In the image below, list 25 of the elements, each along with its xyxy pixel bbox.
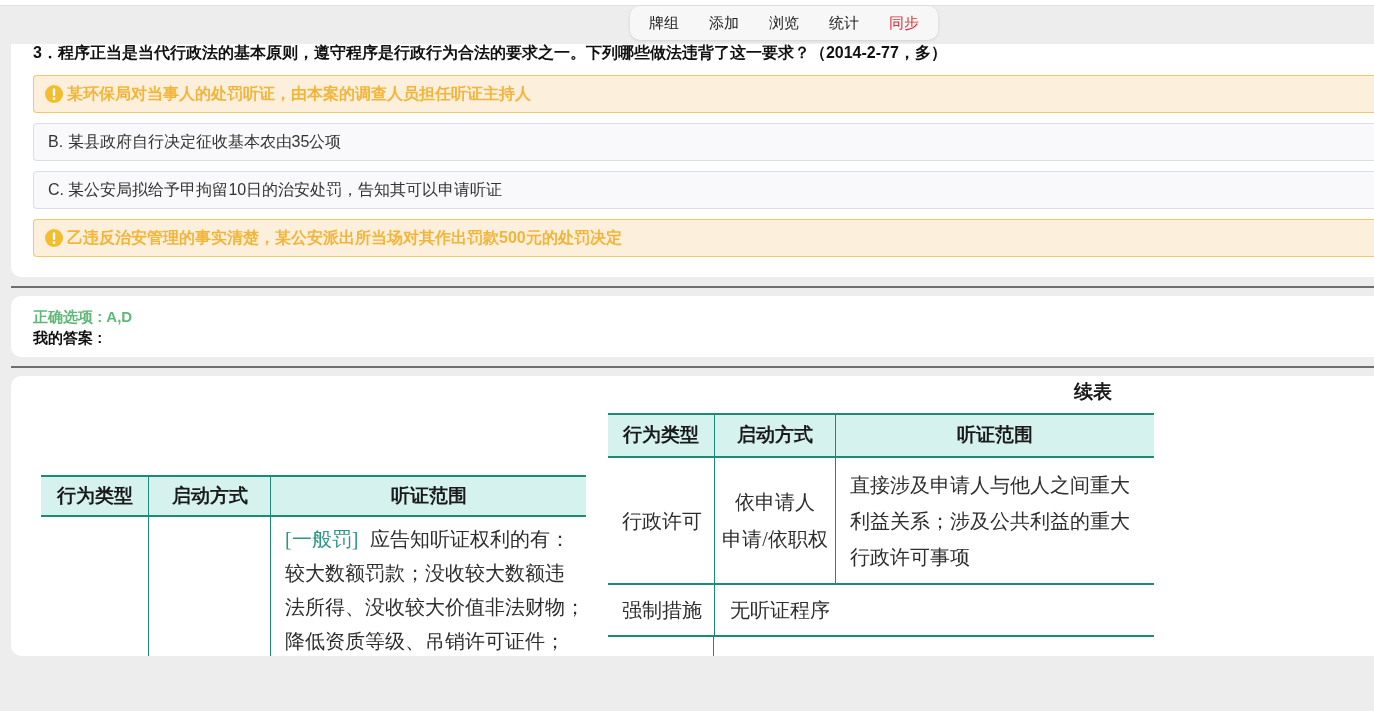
- question-text: 3．程序正当是当代行政法的基本原则，遵守程序是行政行为合法的要求之一。下列哪些做法违背了这一要求？（2014-2-77，多）: [33, 44, 948, 61]
- cell-text: 依申请人 申请/依职权: [722, 489, 828, 552]
- correct-answer-text: 正确选项 : A,D: [33, 307, 133, 327]
- column-header: 启动方式: [714, 415, 835, 456]
- answer-option[interactable]: B. 某县政府自行决定征收基本农由35公项: [33, 123, 1374, 161]
- answer-option[interactable]: C. 某公安局拟给予甲拘留10日的治安处罚，告知其可以申请听证: [33, 171, 1374, 209]
- column-header: 行为类型: [41, 477, 148, 515]
- column-header: 启动方式: [148, 477, 270, 515]
- cell-text: [一般罚] 应告知听证权利的有： 较大数额罚款；没收较大数额违 法所得、没收较大价值非法财物； 降低资质等级、吊销许可证件；: [285, 527, 585, 654]
- my-answer-label: 我的答案 :: [33, 328, 103, 348]
- toolbar-button[interactable]: 统计: [829, 11, 859, 35]
- toolbar-button[interactable]: 同步: [889, 11, 919, 35]
- column-header: 行为类型: [608, 415, 714, 456]
- exclamation-circle-icon: [45, 85, 63, 103]
- column-header: 听证范围: [270, 477, 586, 515]
- toolbar-button[interactable]: 添加: [709, 11, 739, 35]
- column-header: 听证范围: [835, 415, 1154, 456]
- table-caption: 续表: [1074, 380, 1112, 404]
- cell-text: 行政许可: [622, 508, 702, 534]
- exclamation-circle-icon: [45, 229, 63, 247]
- toolbar-button[interactable]: 牌组: [649, 11, 679, 35]
- toolbar-button[interactable]: 浏览: [769, 11, 799, 35]
- cell-text: 强制措施: [622, 598, 702, 623]
- cell-text: 无听证程序: [730, 598, 830, 623]
- cell-text: 直接涉及申请人与他人之间重大 利益关系；涉及公共利益的重大 行政许可事项: [850, 472, 1130, 570]
